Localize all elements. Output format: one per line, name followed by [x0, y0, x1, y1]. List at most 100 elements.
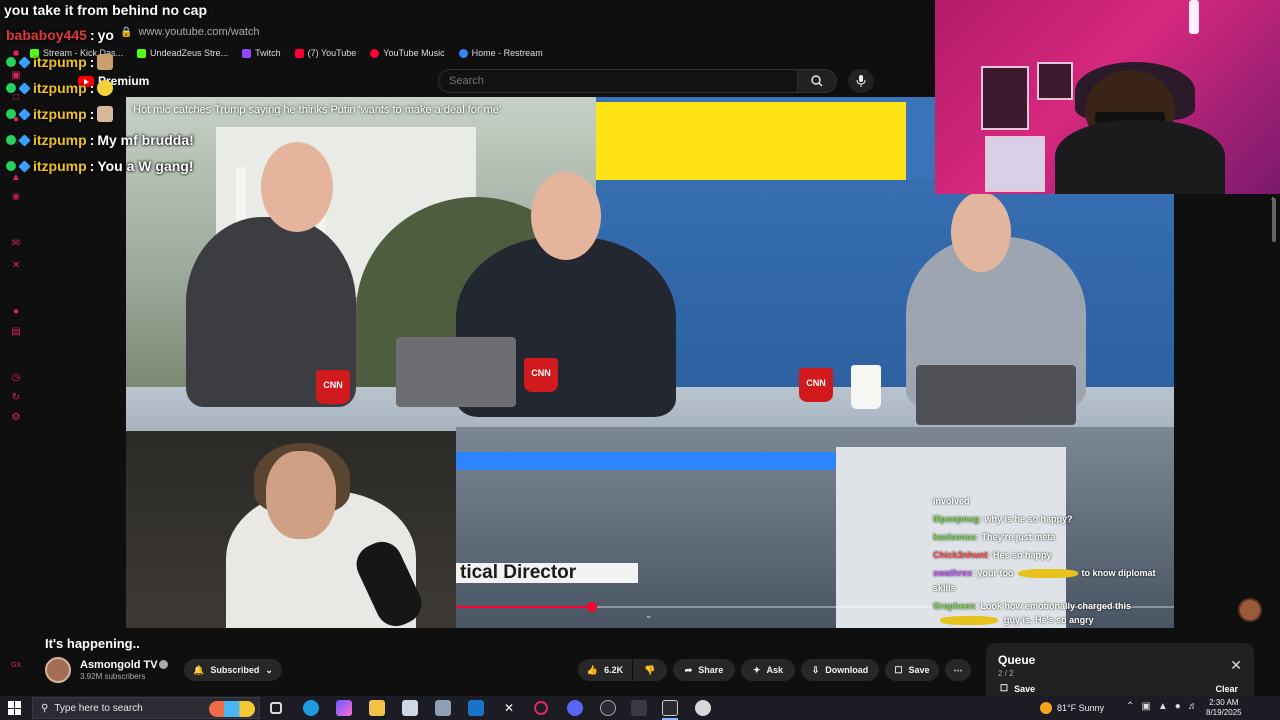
ask-button[interactable]: ✦ Ask — [741, 659, 795, 681]
subscribed-button[interactable]: 🔔 Subscribed ⌄ — [184, 659, 282, 681]
thumbs-down-icon: 👎 — [644, 664, 656, 675]
app-icon[interactable] — [435, 700, 451, 716]
wifi-icon[interactable]: ▲ — [1158, 701, 1168, 712]
yellow-panel — [596, 102, 906, 180]
opera-gx-icon[interactable] — [534, 701, 548, 715]
channel-avatar[interactable] — [45, 657, 71, 683]
system-tray: ⌃ ▣ ▲ ● ♬ — [1126, 701, 1198, 712]
more-actions-button[interactable]: ⋯ — [945, 659, 971, 681]
message-icon[interactable]: ✉ — [10, 238, 22, 250]
folder-icon[interactable]: ▤ — [10, 326, 22, 338]
chevron-down-icon[interactable]: ⌄ — [645, 610, 653, 621]
app-icon[interactable] — [695, 700, 711, 716]
address-bar[interactable]: 🔒 www.youtube.com/watch — [0, 22, 935, 42]
edge-icon[interactable] — [303, 700, 319, 716]
windows-start-icon[interactable] — [8, 701, 22, 715]
dislike-button[interactable]: 👎 — [633, 659, 667, 681]
calculator-icon[interactable] — [402, 700, 418, 716]
bookmark-twitch[interactable]: Twitch — [242, 48, 281, 58]
progress-played — [456, 606, 593, 608]
discord-icon[interactable] — [567, 700, 583, 716]
emote-icon — [97, 80, 114, 96]
coffee-cup — [851, 365, 881, 409]
video-chat-overlay: involved lilpoopnug: why is he so happy?… — [930, 492, 1174, 628]
x-icon[interactable]: ✕ — [10, 260, 22, 272]
video-chat-line: swathrex: your too to know diplomat — [933, 568, 1156, 579]
gx-icon[interactable]: GX — [10, 660, 22, 672]
cnn-mug: CNN — [316, 370, 350, 404]
volume-icon[interactable]: ♬ — [1188, 701, 1198, 712]
blue-light-stripe — [456, 452, 836, 470]
settings-icon[interactable]: ❀ — [10, 192, 22, 204]
bookmark-icon: ☐ — [1000, 683, 1009, 693]
microphone-icon — [856, 75, 866, 87]
mug-logo: CNN — [531, 368, 551, 378]
emote-icon — [940, 616, 998, 626]
save-button[interactable]: ☐ Save — [885, 659, 939, 681]
youtube-music-icon — [370, 48, 380, 58]
taskbar-clock[interactable]: 2:30 AM 8/19/2025 — [1206, 698, 1242, 718]
voice-search-button[interactable] — [848, 69, 874, 93]
chat-line: itzpump : — [6, 54, 114, 70]
youtube-icon — [294, 48, 304, 58]
channel-name[interactable]: Asmongold TV — [80, 659, 158, 671]
chat-line: bababoy445 : yo — [6, 27, 114, 43]
bookmark-undeadzeus[interactable]: UndeadZeus Stre... — [137, 48, 228, 58]
chat-separator: : — [89, 54, 95, 70]
app-icon[interactable] — [631, 700, 647, 716]
x-app-icon[interactable]: ✕ — [501, 700, 517, 716]
queue-count: 2 / 2 — [998, 669, 1014, 678]
video-chat-line: skills — [933, 583, 956, 593]
file-explorer-icon[interactable] — [369, 700, 385, 716]
chat-separator: : — [89, 27, 95, 43]
streamer-body — [1055, 120, 1225, 194]
task-view-icon[interactable] — [270, 702, 282, 714]
kick-icon — [137, 48, 147, 58]
chat-line: itzpump : You a W gang! — [6, 158, 194, 174]
bookmark-youtube-music[interactable]: YouTube Music — [370, 48, 445, 58]
microphone-icon[interactable]: ● — [1175, 701, 1181, 712]
close-icon[interactable]: ✕ — [1230, 657, 1242, 674]
lock-icon: 🔒 — [120, 26, 133, 38]
clock-icon[interactable]: ◷ — [10, 372, 22, 384]
outlook-icon[interactable] — [468, 700, 484, 716]
anchor-right-head — [951, 192, 1011, 272]
queue-save-button[interactable]: ☐ Save — [1000, 683, 1035, 694]
restream-app-icon[interactable] — [662, 700, 678, 716]
chat-line: itzpump : — [6, 80, 114, 96]
streamer-webcam — [935, 0, 1280, 194]
chat-line: itzpump : My mf brudda! — [6, 132, 194, 148]
chevron-up-icon[interactable]: ⌃ — [1126, 701, 1134, 712]
queue-clear-button[interactable]: Clear — [1215, 684, 1238, 694]
weather-widget[interactable]: 81°F Sunny — [1040, 702, 1104, 714]
subscriber-count: 3.92M subscribers — [80, 672, 146, 681]
emote-avatar-icon — [1238, 598, 1262, 622]
search-icon: ⚲ — [41, 702, 49, 714]
app-icon[interactable] — [600, 700, 616, 716]
network-icon[interactable]: ▣ — [1141, 701, 1150, 712]
diamond-badge-icon — [18, 55, 31, 69]
anchor-center-head — [531, 172, 601, 260]
chevron-down-icon: ⌄ — [265, 664, 273, 675]
taskbar-search[interactable]: ⚲ Type here to search — [32, 697, 260, 719]
chat-separator: : — [89, 132, 95, 148]
copilot-icon[interactable] — [336, 700, 352, 716]
verified-badge-icon — [6, 109, 16, 119]
like-button[interactable]: 👍 6.2K — [578, 659, 632, 681]
balloons-icon — [209, 701, 255, 717]
share-button[interactable]: ➦ Share — [673, 659, 735, 681]
search-button[interactable] — [797, 69, 837, 93]
download-button[interactable]: ⇩ Download — [801, 659, 879, 681]
search-input[interactable] — [438, 69, 798, 93]
bookmark-restream[interactable]: Home - Restream — [458, 48, 543, 58]
search-icon — [811, 75, 823, 87]
gear-icon[interactable]: ⚙ — [10, 412, 22, 424]
emote-icon — [97, 106, 114, 122]
page-scrollbar[interactable] — [1272, 198, 1276, 242]
emote-icon — [97, 54, 114, 70]
bookmark-youtube[interactable]: (7) YouTube — [294, 48, 356, 58]
video-chat-line: kaelsense: They're just meta — [933, 532, 1056, 542]
record-icon[interactable]: ● — [10, 306, 22, 318]
refresh-icon[interactable]: ↻ — [10, 392, 22, 404]
more-horizontal-icon: ⋯ — [953, 664, 963, 675]
